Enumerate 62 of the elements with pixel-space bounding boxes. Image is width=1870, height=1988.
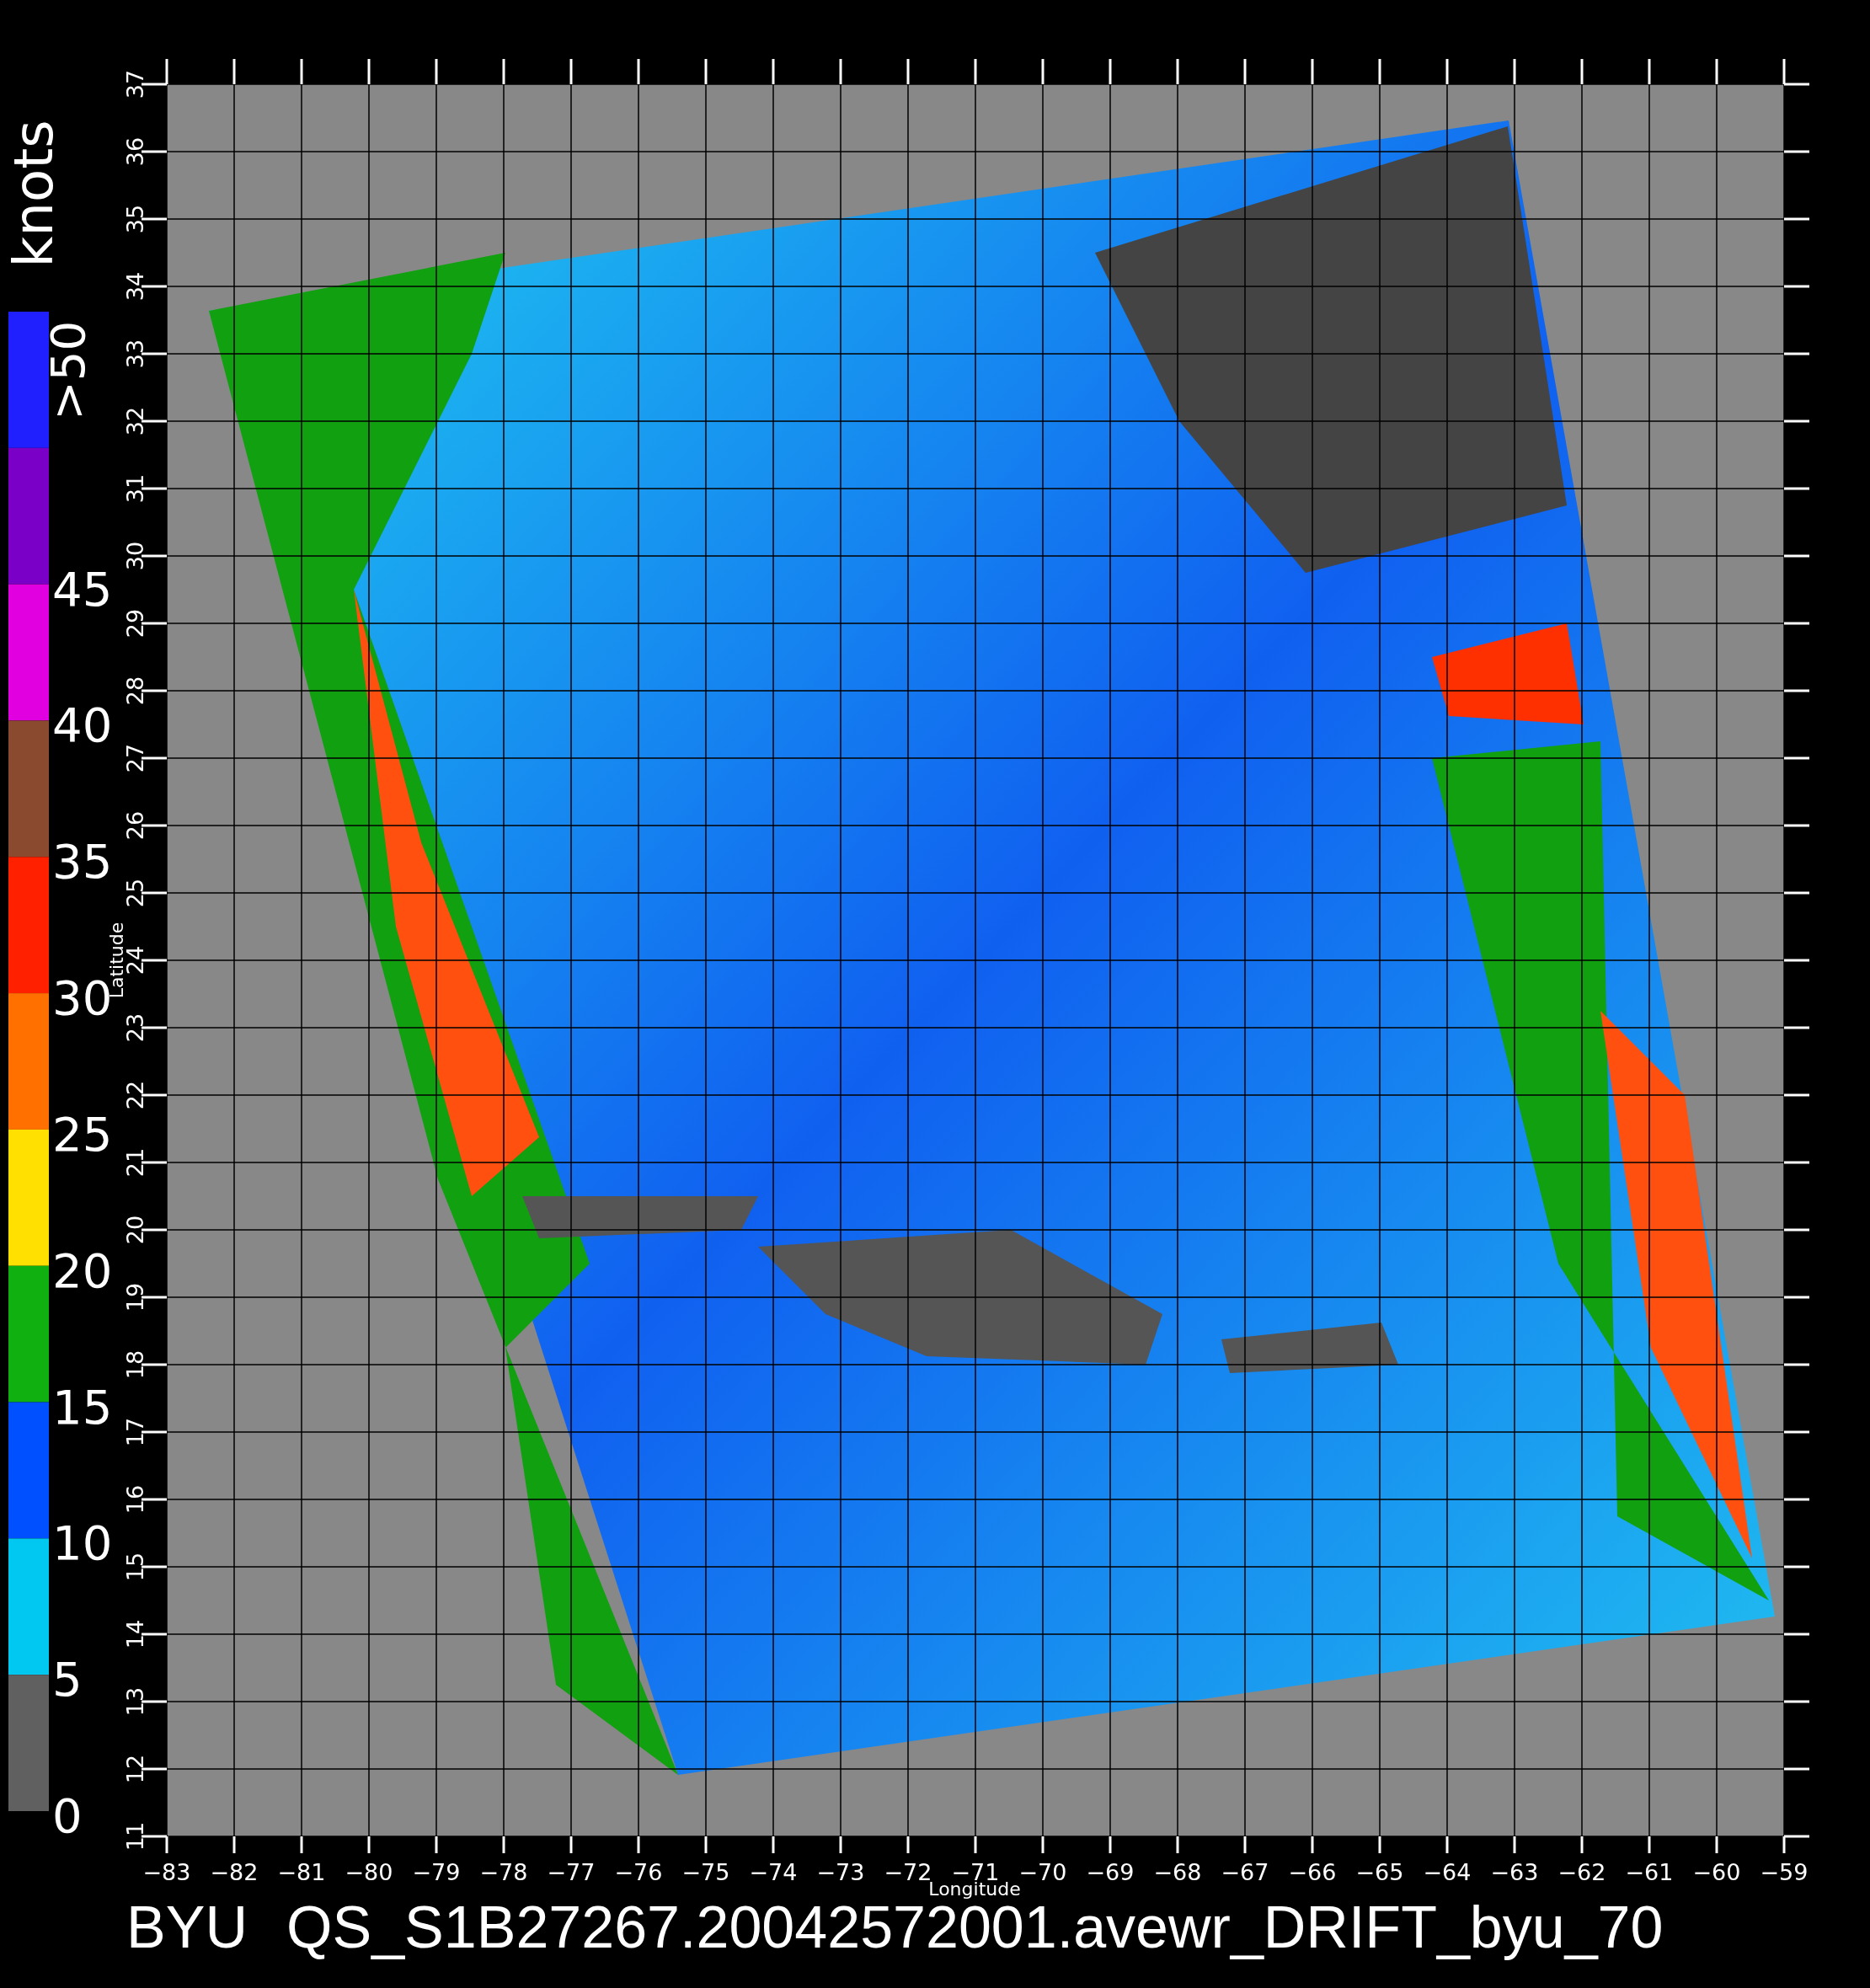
longitude-tick-label: −70: [1018, 1859, 1067, 1885]
longitude-tick-label: −60: [1692, 1859, 1741, 1885]
latitude-tick-label: 14: [122, 1619, 148, 1649]
longitude-tick-label: −62: [1557, 1859, 1606, 1885]
latitude-tick-label: 34: [122, 271, 148, 302]
longitude-tick-label: −80: [345, 1859, 393, 1885]
source-label: BYU: [126, 1894, 248, 1960]
latitude-tick-label: 26: [122, 810, 148, 841]
colorbar-label: 20: [52, 1242, 113, 1298]
latitude-tick-label: 19: [122, 1282, 148, 1312]
latitude-tick-label: 13: [122, 1686, 148, 1717]
longitude-tick-label: −76: [614, 1859, 663, 1885]
longitude-tick-label: −59: [1760, 1859, 1809, 1885]
latitude-tick-label: 11: [122, 1821, 148, 1852]
colorbar-label: 25: [52, 1106, 113, 1162]
colorbar-label: 5: [52, 1652, 83, 1707]
colorbar-label: >50: [40, 320, 95, 421]
latitude-tick-label: 23: [122, 1013, 148, 1043]
latitude-tick-label: 27: [122, 743, 148, 773]
latitude-tick-label: 18: [122, 1349, 148, 1380]
colorbar-label: 15: [52, 1379, 113, 1435]
longitude-tick-label: −82: [210, 1859, 259, 1885]
latitude-tick-label: 32: [122, 406, 148, 436]
latitude-tick-label: 16: [122, 1484, 148, 1515]
longitude-tick-label: −83: [142, 1859, 191, 1885]
longitude-tick-label: −73: [816, 1859, 865, 1885]
longitude-tick-label: −66: [1288, 1859, 1337, 1885]
longitude-tick-label: −78: [479, 1859, 528, 1885]
latitude-tick-label: 15: [122, 1552, 148, 1582]
latitude-tick-label: 24: [122, 945, 148, 975]
latitude-tick-label: 22: [122, 1080, 148, 1110]
latitude-tick-label: 21: [122, 1147, 148, 1178]
longitude-tick-label: −81: [277, 1859, 326, 1885]
latitude-tick-label: 33: [122, 339, 148, 369]
latitude-tick-label: 17: [122, 1417, 148, 1447]
latitude-tick-label: 28: [122, 676, 148, 706]
longitude-tick-label: −61: [1625, 1859, 1674, 1885]
longitude-tick-label: −77: [547, 1859, 596, 1885]
latitude-tick-label: 30: [122, 541, 148, 571]
longitude-tick-label: −65: [1355, 1859, 1404, 1885]
latitude-tick-label: 36: [122, 136, 148, 167]
colorbar-label: 35: [52, 834, 113, 890]
latitude-tick-label: 35: [122, 204, 148, 234]
longitude-tick-label: −79: [412, 1859, 461, 1885]
longitude-tick-label: −67: [1221, 1859, 1269, 1885]
latitude-tick-label: 29: [122, 608, 148, 639]
colorbar-label: 40: [52, 697, 113, 753]
latitude-tick-label: 31: [122, 473, 148, 504]
latitude-tick-label: 12: [122, 1754, 148, 1784]
colorbar-label: 0: [52, 1788, 83, 1843]
longitude-tick-label: −63: [1490, 1859, 1539, 1885]
latitude-tick-label: 37: [122, 69, 148, 99]
colorbar-unit: knots: [3, 120, 65, 268]
longitude-tick-label: −69: [1086, 1859, 1135, 1885]
longitude-tick-label: −68: [1153, 1859, 1202, 1885]
latitude-tick-label: 25: [122, 878, 148, 908]
longitude-tick-label: −64: [1423, 1859, 1472, 1885]
longitude-tick-label: −75: [681, 1859, 730, 1885]
latitude-tick-label: 20: [122, 1215, 148, 1245]
longitude-tick-label: −74: [749, 1859, 798, 1885]
colorbar-label: 10: [52, 1515, 113, 1571]
colorbar-label: 45: [52, 561, 113, 617]
